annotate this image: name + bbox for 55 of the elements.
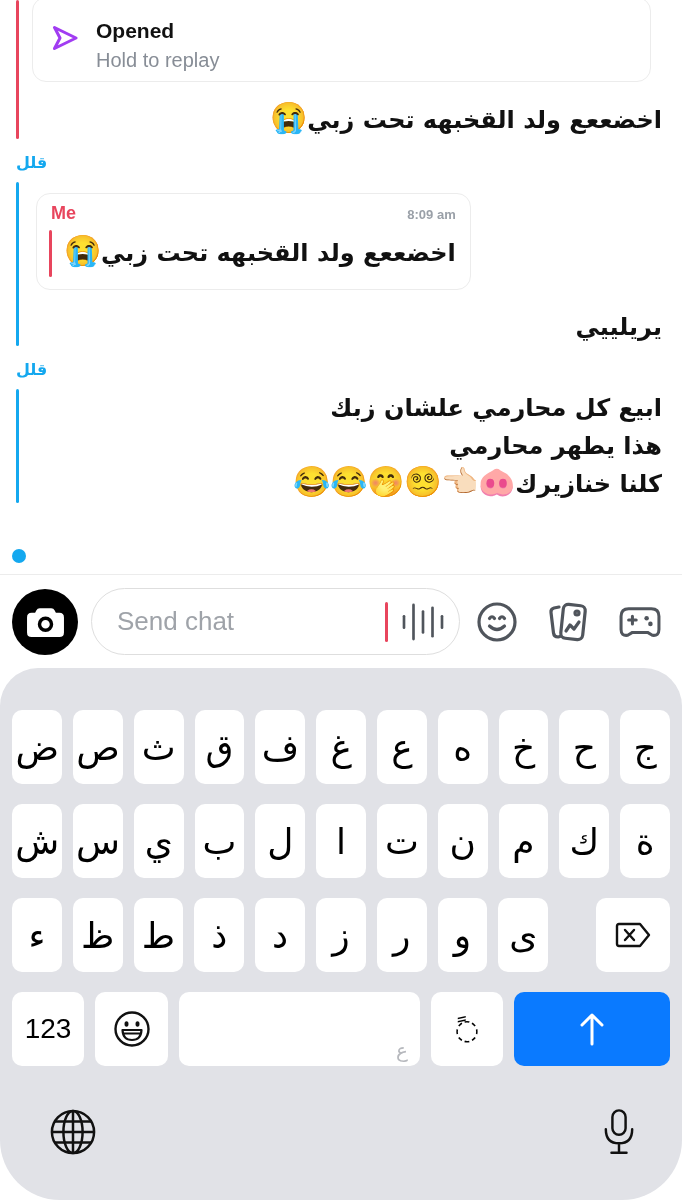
backspace-icon (615, 922, 651, 948)
arrow-icon (52, 25, 78, 51)
letter-key[interactable]: ز (316, 898, 366, 972)
letter-key[interactable]: ا (316, 804, 366, 878)
snap-hint-text: Hold to replay (96, 48, 220, 72)
letter-key[interactable]: ء (12, 898, 62, 972)
letter-key[interactable]: س (73, 804, 123, 878)
letter-key[interactable]: ظ (72, 898, 123, 972)
letter-key[interactable]: ك (559, 804, 610, 878)
microphone-icon[interactable] (603, 1108, 635, 1156)
letter-key[interactable]: ى (498, 898, 549, 972)
letter-key[interactable]: ث (133, 710, 184, 784)
diacritic-key[interactable]: ◌ً (431, 992, 503, 1066)
chat-input-field[interactable]: Send chat (117, 601, 379, 642)
letter-key[interactable]: خ (498, 710, 549, 784)
grinning-face-icon (113, 1011, 150, 1047)
letter-key[interactable]: ل (255, 804, 306, 878)
letter-key[interactable]: ش (12, 804, 63, 878)
letter-key[interactable]: غ (316, 710, 366, 784)
message-time: 8:09 am (407, 206, 456, 224)
sender-name: قلل (16, 360, 48, 380)
quoted-author: Me (51, 203, 76, 223)
letter-key[interactable]: ة (620, 804, 670, 878)
letter-key[interactable]: و (437, 898, 488, 972)
numbers-key[interactable]: 123 (12, 992, 84, 1066)
letter-key[interactable]: ع (377, 710, 427, 784)
smiley-icon[interactable] (477, 601, 517, 642)
letter-key[interactable]: ب (194, 804, 245, 878)
sender-name: قلل (16, 153, 48, 173)
globe-icon[interactable] (50, 1109, 96, 1155)
letter-key[interactable]: ف (255, 710, 306, 784)
letter-key[interactable]: ق (194, 710, 245, 784)
letter-key[interactable]: م (498, 804, 549, 878)
letter-key[interactable]: ت (377, 804, 427, 878)
letter-key[interactable]: ذ (194, 898, 245, 972)
letter-key[interactable]: ي (133, 804, 184, 878)
camera-icon (26, 606, 64, 637)
letter-key[interactable]: ح (559, 710, 610, 784)
backspace-key[interactable] (596, 898, 670, 972)
emoji-key[interactable] (95, 992, 168, 1066)
voice-waveform-icon[interactable] (402, 602, 444, 641)
letter-key[interactable]: ر (376, 898, 427, 972)
letter-key[interactable]: ن (437, 804, 488, 878)
message-text: ابيع كل محارمي علشان زبك هذا يطهر محارمي كلنا خنازيرك🐽👈🏻😵‍💫🤭😂😂 (293, 393, 662, 500)
letter-key[interactable]: ه (437, 710, 488, 784)
letter-key[interactable]: ط (133, 898, 184, 972)
up-arrow-icon (579, 1012, 605, 1046)
letter-key[interactable]: ج (620, 710, 670, 784)
letter-key[interactable]: د (255, 898, 305, 972)
message-text: يريلييي (575, 312, 662, 343)
letter-key[interactable]: ض (12, 710, 63, 784)
letter-key[interactable]: ص (73, 710, 123, 784)
message-text: اخضععع ولد القخبهه تحت زبي😭 (270, 101, 662, 136)
snap-status-label: Opened (96, 18, 175, 44)
quoted-message-text: اخضععع ولد القخبهه تحت زبي😭 (64, 233, 456, 269)
